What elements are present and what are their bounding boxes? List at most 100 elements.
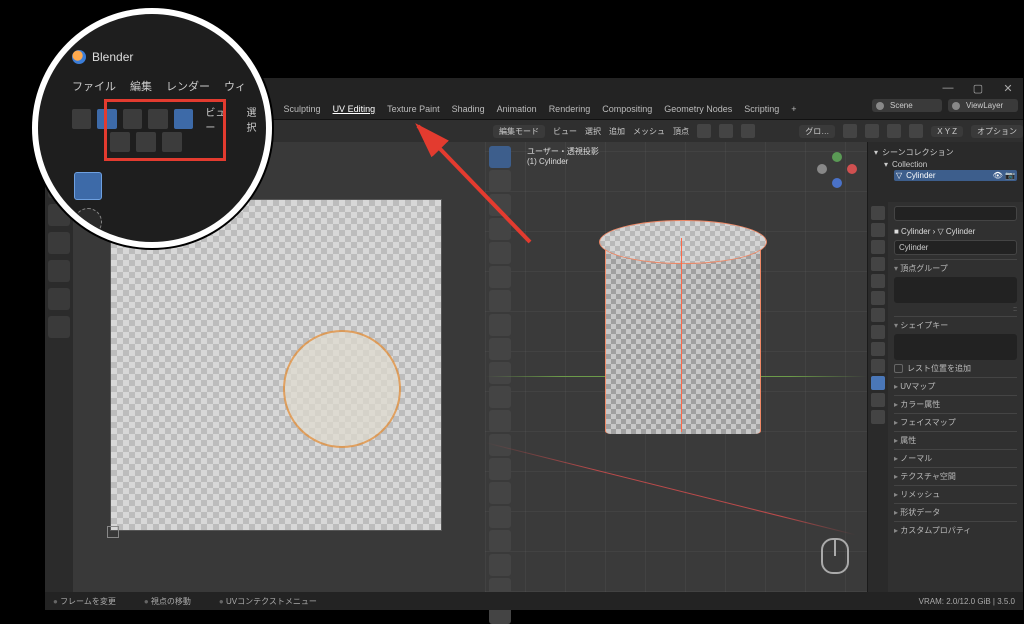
vptool-scale-icon[interactable] xyxy=(489,242,511,264)
outliner[interactable]: シーンコレクション Collection ▽Cylinder 👁 📷 xyxy=(868,142,1023,202)
vptool-select-icon[interactable] xyxy=(489,146,511,168)
panel-texture-space[interactable]: テクスチャ空間 xyxy=(894,467,1017,485)
panel-face-maps-header[interactable]: フェイスマップ xyxy=(894,417,1017,428)
tab-uv-editing[interactable]: UV Editing xyxy=(333,104,376,114)
vp-selectmode-face-icon[interactable] xyxy=(741,124,755,138)
zoom-tool-cursor-icon[interactable] xyxy=(74,208,102,236)
panel-face-maps[interactable]: フェイスマップ xyxy=(894,413,1017,431)
panel-texture-space-header[interactable]: テクスチャ空間 xyxy=(894,471,1017,482)
panel-custom-properties[interactable]: カスタムプロパティ xyxy=(894,521,1017,539)
proptab-data-icon[interactable] xyxy=(871,376,885,390)
menu-window[interactable]: ウィ xyxy=(224,78,246,94)
tab-texture-paint[interactable]: Texture Paint xyxy=(387,104,440,114)
vp-selectmode-edge-icon[interactable] xyxy=(719,124,733,138)
vptool-measure-icon[interactable] xyxy=(489,314,511,336)
vp-menu-mesh[interactable]: メッシュ xyxy=(633,126,665,137)
tab-compositing[interactable]: Compositing xyxy=(602,104,652,114)
vptool-inset-icon[interactable] xyxy=(489,386,511,408)
outliner-collection[interactable]: Collection xyxy=(874,159,1017,170)
overlay-dropdown[interactable]: グロ… xyxy=(799,125,835,138)
panel-normals[interactable]: ノーマル xyxy=(894,449,1017,467)
vptool-knife-icon[interactable] xyxy=(489,458,511,480)
shading-wireframe-icon[interactable] xyxy=(843,124,857,138)
panel-custom-properties-header[interactable]: カスタムプロパティ xyxy=(894,525,1017,536)
vp-selectmode-vertex-icon[interactable] xyxy=(697,124,711,138)
tab-shading[interactable]: Shading xyxy=(452,104,485,114)
vptool-polybuild-icon[interactable] xyxy=(489,482,511,504)
panel-remesh-header[interactable]: リメッシュ xyxy=(894,489,1017,500)
vptool-bevel-icon[interactable] xyxy=(489,410,511,432)
tool-annotate-icon[interactable] xyxy=(48,316,70,338)
vp-menu-add[interactable]: 追加 xyxy=(609,126,625,137)
mesh-cylinder-top[interactable] xyxy=(599,220,767,264)
editor-type-icon[interactable] xyxy=(72,109,91,129)
proptab-constraints-icon[interactable] xyxy=(871,359,885,373)
vptool-extrude-icon[interactable] xyxy=(489,362,511,384)
options-dropdown[interactable]: オプション xyxy=(971,125,1023,138)
window-maximize[interactable]: ▢ xyxy=(965,79,991,97)
menu-file[interactable]: ファイル xyxy=(72,78,116,94)
shading-rendered-icon[interactable] xyxy=(909,124,923,138)
panel-geometry-data-header[interactable]: 形状データ xyxy=(894,507,1017,518)
menu-render[interactable]: レンダー xyxy=(166,78,210,94)
transform-orientation[interactable]: X Y Z xyxy=(931,126,963,137)
shading-solid-icon[interactable] xyxy=(865,124,879,138)
menu-edit[interactable]: 編集 xyxy=(130,78,152,94)
proptab-render-icon[interactable] xyxy=(871,206,885,220)
panel-color-attributes-header[interactable]: カラー属性 xyxy=(894,399,1017,410)
tool-transform-icon[interactable] xyxy=(48,288,70,310)
zoom-tool-tweak-icon[interactable] xyxy=(74,172,102,200)
scene-selector[interactable]: Scene xyxy=(872,99,942,112)
panel-remesh[interactable]: リメッシュ xyxy=(894,485,1017,503)
mode-selector[interactable]: 編集モード xyxy=(493,125,545,138)
3d-viewport[interactable]: ユーザー・透視投影 (1) Cylinder xyxy=(485,142,867,592)
mesh-name-field[interactable] xyxy=(894,240,1017,255)
viewlayer-selector[interactable]: ViewLayer xyxy=(948,99,1018,112)
add-rest-position-row[interactable]: レスト位置を追加 xyxy=(894,363,1017,374)
panel-vertex-groups[interactable]: 頂点グループ :: xyxy=(894,259,1017,316)
panel-color-attributes[interactable]: カラー属性 xyxy=(894,395,1017,413)
panel-shape-keys[interactable]: シェイプキー レスト位置を追加 xyxy=(894,316,1017,377)
proptab-object-icon[interactable] xyxy=(871,291,885,305)
tab-rendering[interactable]: Rendering xyxy=(549,104,591,114)
gizmo-x-icon[interactable] xyxy=(847,164,857,174)
vp-menu-view[interactable]: ビュー xyxy=(553,126,577,137)
proptab-texture-icon[interactable] xyxy=(871,410,885,424)
window-close[interactable]: ✕ xyxy=(995,79,1021,97)
vptool-cursor-icon[interactable] xyxy=(489,170,511,192)
vptool-edgeslide-icon[interactable] xyxy=(489,554,511,576)
tab-add[interactable]: + xyxy=(791,104,796,114)
tab-geometry-nodes[interactable]: Geometry Nodes xyxy=(664,104,732,114)
tab-animation[interactable]: Animation xyxy=(497,104,537,114)
properties-search-input[interactable] xyxy=(894,206,1017,221)
uv-island-circle[interactable] xyxy=(283,330,401,448)
outliner-scene-collection[interactable]: シーンコレクション xyxy=(874,146,1017,159)
mesh-cylinder-body[interactable] xyxy=(605,234,761,434)
vptool-smooth-icon[interactable] xyxy=(489,530,511,552)
tool-scale-icon[interactable] xyxy=(48,260,70,282)
panel-vertex-groups-header[interactable]: 頂点グループ xyxy=(894,263,1017,274)
proptab-particles-icon[interactable] xyxy=(871,325,885,339)
tab-scripting[interactable]: Scripting xyxy=(744,104,779,114)
zoom-select-label[interactable]: 選択 xyxy=(247,104,266,134)
panel-uv-maps[interactable]: UVマップ xyxy=(894,377,1017,395)
vp-menu-select[interactable]: 選択 xyxy=(585,126,601,137)
shading-matprev-icon[interactable] xyxy=(887,124,901,138)
proptab-output-icon[interactable] xyxy=(871,223,885,237)
proptab-world-icon[interactable] xyxy=(871,274,885,288)
proptab-physics-icon[interactable] xyxy=(871,342,885,356)
gizmo-negx-icon[interactable] xyxy=(817,164,827,174)
panel-attributes[interactable]: 属性 xyxy=(894,431,1017,449)
shape-keys-list[interactable] xyxy=(894,334,1017,360)
nav-gizmo[interactable] xyxy=(817,152,857,192)
vptool-spin-icon[interactable] xyxy=(489,506,511,528)
vptool-transform-icon[interactable] xyxy=(489,266,511,288)
uv-2d-cursor-icon[interactable] xyxy=(107,526,119,538)
vp-menu-vertex[interactable]: 頂点 xyxy=(673,126,689,137)
vertex-groups-list[interactable] xyxy=(894,277,1017,303)
proptab-viewlayer-icon[interactable] xyxy=(871,240,885,254)
gizmo-z-icon[interactable] xyxy=(832,178,842,188)
vptool-annotate-icon[interactable] xyxy=(489,290,511,312)
tool-rotate-icon[interactable] xyxy=(48,232,70,254)
panel-shape-keys-header[interactable]: シェイプキー xyxy=(894,320,1017,331)
